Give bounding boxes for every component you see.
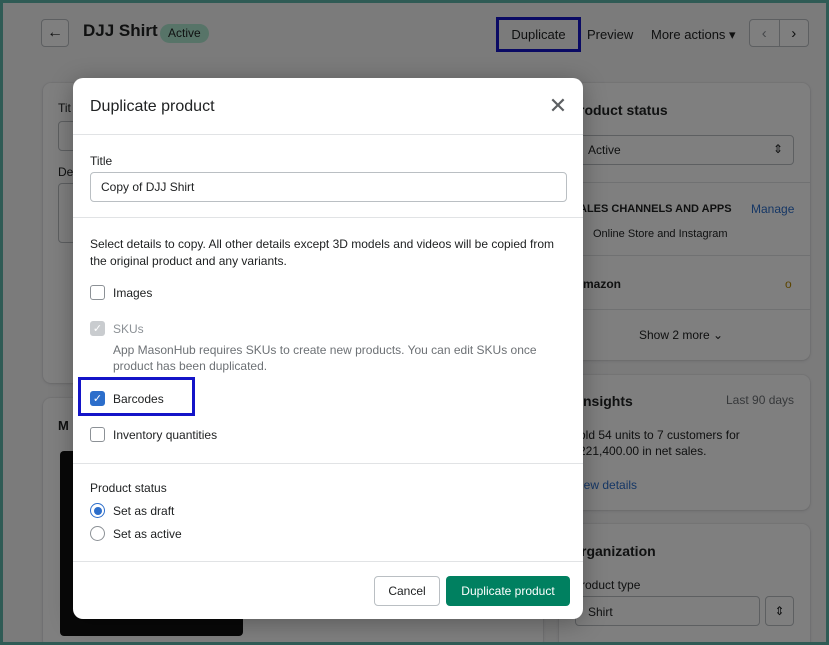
- modal-title: Duplicate product: [90, 98, 215, 115]
- duplicate-product-button[interactable]: Duplicate product: [446, 576, 570, 606]
- modal-divider: [73, 561, 583, 562]
- images-label: Images: [113, 285, 153, 300]
- inventory-checkbox[interactable]: [90, 427, 105, 442]
- copy-description: Select details to copy. All other detail…: [90, 237, 555, 268]
- modal-divider: [73, 217, 583, 218]
- barcodes-option[interactable]: ✓ Barcodes: [90, 391, 164, 406]
- cancel-button[interactable]: Cancel: [374, 576, 440, 606]
- images-option[interactable]: Images: [90, 285, 152, 300]
- close-icon[interactable]: ✕: [546, 93, 570, 118]
- checkmark-icon: ✓: [92, 393, 103, 405]
- app-frame: ← DJJ Shirt Active Duplicate Preview Mor…: [0, 0, 829, 645]
- skus-label: SKUs: [113, 321, 144, 336]
- images-checkbox[interactable]: [90, 285, 105, 300]
- duplicate-product-modal: Duplicate product ✕ Title Select details…: [73, 78, 583, 619]
- active-radio[interactable]: [90, 526, 105, 541]
- draft-radio[interactable]: [90, 503, 105, 518]
- skus-checkbox: ✓: [90, 321, 105, 336]
- barcodes-checkbox[interactable]: ✓: [90, 391, 105, 406]
- checkmark-icon: ✓: [92, 323, 103, 335]
- set-as-active-option[interactable]: Set as active: [90, 526, 182, 541]
- product-status-label: Product status: [90, 481, 167, 495]
- modal-divider: [73, 134, 583, 135]
- modal-divider: [73, 463, 583, 464]
- skus-help-text: App MasonHub requires SKUs to create new…: [113, 343, 537, 373]
- set-as-draft-option[interactable]: Set as draft: [90, 503, 174, 518]
- barcodes-label: Barcodes: [113, 391, 164, 406]
- title-label: Title: [90, 154, 113, 168]
- inventory-option[interactable]: Inventory quantities: [90, 427, 217, 442]
- title-input[interactable]: [90, 172, 567, 202]
- draft-label: Set as draft: [113, 503, 175, 518]
- skus-option: ✓ SKUs: [90, 321, 144, 336]
- active-label: Set as active: [113, 526, 182, 541]
- inventory-label: Inventory quantities: [113, 427, 218, 442]
